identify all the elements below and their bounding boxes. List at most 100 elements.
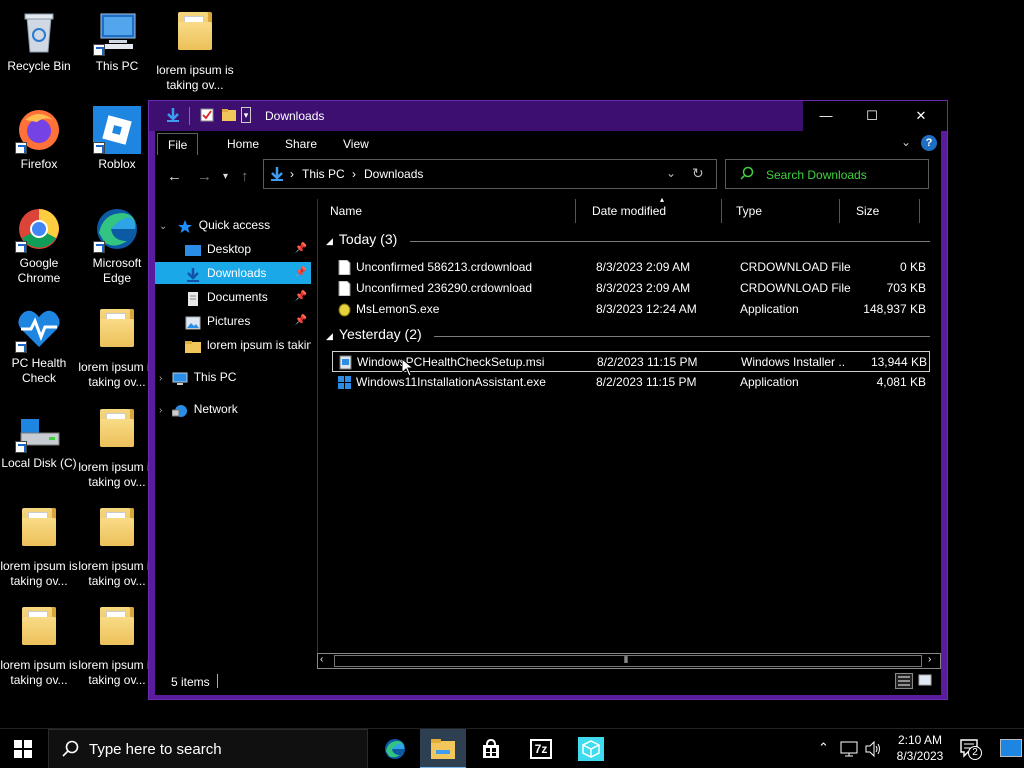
explorer-window: ▾ Downloads — ☐ ✕ File Home Share View ⌄… [148,100,948,700]
file-name: Unconfirmed 586213.crdownload [356,260,533,274]
close-button[interactable]: ✕ [895,101,947,131]
table-row[interactable]: WindowsPCHealthCheckSetup.msi 8/2/2023 1… [332,351,930,372]
tab-view[interactable]: View [333,133,379,155]
nav-downloads[interactable]: Downloads 📌 [155,262,311,284]
collapse-chevron-icon[interactable]: ◢ [326,331,333,341]
scrollbar-thumb[interactable] [334,655,922,667]
download-arrow-icon [165,107,181,123]
search-box[interactable]: Search Downloads [725,159,929,189]
maximize-button[interactable]: ☐ [849,101,895,131]
large-icons-view-icon[interactable] [917,673,935,689]
nav-this-pc[interactable]: › This PC [155,366,311,388]
file-type: CRDOWNLOAD File [740,281,851,295]
nav-lorem-folder[interactable]: lorem ipsum is taking ov... [155,334,311,356]
desktop-icon-folder[interactable]: lorem ipsum is taking ov... [78,405,156,490]
breadcrumb-downloads[interactable]: Downloads [364,167,423,181]
desktop-icon-local-disk[interactable]: Local Disk (C) [0,405,78,471]
up-arrow-icon[interactable]: ↑ [241,168,249,185]
desktop-icon-folder[interactable]: lorem ipsum is taking ov... [78,603,156,688]
desktop-icon-folder[interactable]: lorem ipsum is taking ov... [0,603,78,688]
table-row[interactable]: Unconfirmed 236290.crdownload 8/3/2023 2… [332,278,930,299]
taskbar-7zip[interactable]: 7z [518,729,564,768]
minimize-button[interactable]: — [803,101,849,131]
back-arrow-icon[interactable]: ← [167,168,182,185]
desktop-icon-recycle-bin[interactable]: Recycle Bin [0,8,78,74]
table-row[interactable]: Unconfirmed 586213.crdownload 8/3/2023 2… [332,257,930,278]
breadcrumb-this-pc[interactable]: This PC [302,167,345,181]
tab-share[interactable]: Share [275,133,327,155]
taskbar-search-placeholder: Type here to search [89,741,222,758]
file-type: Application [740,375,799,389]
expand-chevron-icon[interactable]: › [159,373,162,384]
downloads-location-icon [270,166,284,185]
desktop-icon-folder[interactable]: lorem ipsum is taking ov... [156,8,234,93]
recycle-bin-icon [15,8,63,56]
group-header-today[interactable]: ◢ Today (3) [326,231,397,247]
nav-documents[interactable]: Documents 📌 [155,286,311,308]
nav-pictures[interactable]: Pictures 📌 [155,310,311,332]
scroll-right-chevron-icon[interactable]: › [928,654,931,665]
desktop-icon-folder[interactable]: lorem ipsum is taking ov... [78,504,156,589]
pin-icon[interactable]: 📌 [295,310,307,332]
taskbar-clock[interactable]: 2:10 AM 8/3/2023 [890,732,950,764]
tab-home[interactable]: Home [217,133,269,155]
address-bar[interactable]: › This PC › Downloads ⌄ ↻ [263,159,717,189]
details-view-icon[interactable] [895,673,913,689]
nav-desktop[interactable]: Desktop 📌 [155,238,311,260]
recent-locations-chevron-icon[interactable]: ▾ [223,171,228,182]
notification-center-icon[interactable]: 2 [960,739,982,762]
pin-icon[interactable]: 📌 [295,238,307,260]
table-row[interactable]: Windows11InstallationAssistant.exe 8/2/2… [332,372,930,393]
refresh-icon[interactable]: ↻ [692,165,704,182]
taskbar-store[interactable] [468,729,514,768]
pin-icon[interactable]: 📌 [295,286,307,308]
table-row[interactable]: MsLemonS.exe 8/3/2023 12:24 AM Applicati… [332,299,930,320]
scroll-left-chevron-icon[interactable]: ‹ [320,654,323,665]
nav-network[interactable]: › Network [155,398,311,420]
column-header-date-modified[interactable]: Date modified [586,199,722,223]
tab-file[interactable]: File [157,133,199,155]
file-name: MsLemonS.exe [356,302,440,316]
desktop-icon-folder[interactable]: lorem ipsum is taking ov... [78,305,156,390]
forward-arrow-icon[interactable]: → [197,168,212,185]
help-icon[interactable]: ? [921,135,937,151]
file-type: Application [740,302,799,316]
column-header-name[interactable]: Name [324,199,576,223]
desktop-icon-chrome[interactable]: Google Chrome [0,205,78,286]
collapse-chevron-icon[interactable]: ◢ [326,236,333,246]
show-desktop-icon[interactable] [1000,739,1022,757]
start-windows-icon[interactable] [14,740,32,761]
title-bar[interactable]: ▾ Downloads — ☐ ✕ [149,101,947,131]
properties-icon[interactable] [199,107,215,123]
nav-label: lorem ipsum is taking ov... [207,338,311,352]
expand-chevron-icon[interactable]: › [159,405,162,416]
desktop-icon-firefox[interactable]: Firefox [0,106,78,172]
nav-quick-access[interactable]: ⌄ Quick access [155,214,311,236]
desktop-icon-this-pc[interactable]: This PC [78,8,156,74]
desktop-icon-label: PC Health Check [11,356,67,385]
shortcut-arrow-icon [15,341,27,353]
desktop-icon-edge[interactable]: Microsoft Edge [78,205,156,286]
desktop-icon-roblox[interactable]: Roblox [78,106,156,172]
expand-chevron-icon[interactable]: ⌄ [159,221,167,232]
show-hidden-icons-chevron-icon[interactable]: ⌃ [818,740,829,756]
window-body: ⌄ Quick access Desktop 📌 Downloads 📌 Doc… [155,195,941,669]
network-tray-icon[interactable] [840,740,858,761]
new-folder-icon[interactable] [221,107,237,123]
desktop-icon-folder[interactable]: lorem ipsum is taking ov... [0,504,78,589]
taskbar-edge[interactable] [372,729,418,768]
horizontal-scrollbar[interactable]: ‹ ⦀ › [317,653,941,669]
group-header-yesterday[interactable]: ◢ Yesterday (2) [326,326,422,342]
folder-icon [93,409,141,457]
customize-toolbar-chevron-icon[interactable]: ▾ [241,107,251,123]
expand-ribbon-chevron-icon[interactable]: ⌄ [901,135,911,149]
taskbar-search[interactable]: Type here to search [48,729,368,768]
desktop-icon-pc-health-check[interactable]: PC Health Check [0,305,78,386]
taskbar-3d-app[interactable] [568,729,614,768]
column-header-type[interactable]: Type [730,199,840,223]
address-history-chevron-icon[interactable]: ⌄ [666,166,676,180]
pin-icon[interactable]: 📌 [295,262,307,284]
taskbar-file-explorer[interactable] [420,729,466,768]
volume-icon[interactable] [864,740,882,761]
column-header-size[interactable]: Size [850,199,920,223]
